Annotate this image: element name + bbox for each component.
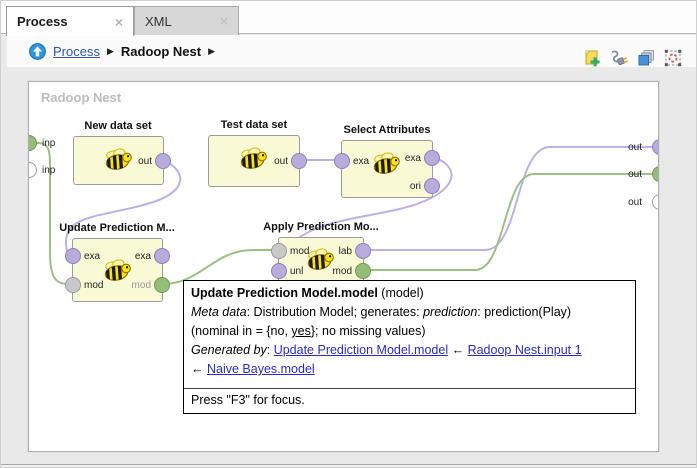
left-margin-strip	[1, 35, 7, 67]
operator-input-port[interactable]	[271, 263, 287, 279]
tooltip-meta-text: : prediction(Play)	[477, 305, 571, 319]
port-label: out	[628, 197, 642, 208]
process-canvas[interactable]: Radoop Nest inp inp out out out New data…	[28, 81, 659, 452]
tab-process-label: Process	[17, 14, 68, 29]
wire-update-mod-to-apply-mod[interactable]	[163, 250, 278, 284]
canvas-toolbar	[583, 49, 682, 67]
tooltip-nominal-text: (nominal in = {no,	[191, 324, 291, 338]
port-label: exa	[353, 156, 369, 167]
tooltip-meta-label: Meta data	[191, 305, 247, 319]
operator-input-port[interactable]	[271, 243, 287, 259]
operator-output-port[interactable]	[154, 248, 170, 264]
tooltip-link-update-prediction-model[interactable]: Update Prediction Model.model	[274, 343, 448, 357]
tooltip-meta-line: Meta data: Distribution Model; generates…	[191, 303, 628, 322]
tooltip-meta-text: : Distribution Model; generates:	[247, 305, 423, 319]
operator-input-port[interactable]	[334, 153, 350, 169]
operator-update-prediction-model[interactable]: exa mod exa mod	[72, 238, 163, 302]
operator-title-select-attributes: Select Attributes	[302, 124, 472, 136]
operator-title-update-prediction-model: Update Prediction M...	[32, 222, 202, 234]
tooltip-nominal-text: }; no missing values)	[311, 324, 426, 338]
tooltip-generated-label: Generated by	[191, 343, 267, 357]
port-label: ori	[410, 181, 421, 192]
operator-output-port[interactable]	[355, 263, 371, 279]
port-label: out	[274, 156, 288, 167]
port-label: inp	[42, 138, 55, 149]
operator-new-data-set[interactable]: out	[73, 136, 164, 185]
operator-title-apply-prediction-model: Apply Prediction Mo...	[236, 221, 406, 233]
tooltip-meta-em: prediction	[423, 305, 477, 319]
close-icon[interactable]: ×	[107, 14, 123, 30]
layers-icon[interactable]	[637, 49, 655, 67]
hive-bee-icon	[371, 150, 403, 177]
up-arrow-icon[interactable]	[29, 43, 46, 60]
tooltip-nominal-line: (nominal in = {no, yes}; no missing valu…	[191, 322, 628, 341]
tooltip-title: Update Prediction Model.model	[191, 286, 378, 300]
tooltip-nominal-link[interactable]: yes	[291, 324, 310, 338]
hive-bee-icon	[102, 257, 134, 284]
connections-plug-icon[interactable]	[610, 49, 628, 67]
close-icon[interactable]: ×	[212, 13, 228, 29]
operator-output-port[interactable]	[154, 277, 170, 293]
breadcrumb-link-process[interactable]: Process	[53, 44, 100, 59]
port-label: unl	[290, 266, 303, 277]
tooltip-link-radoop-nest-input[interactable]: Radoop Nest.input 1	[468, 343, 582, 357]
operator-output-port[interactable]	[291, 153, 307, 169]
tooltip-footer: Press "F3" for focus.	[184, 388, 635, 413]
port-label: mod	[84, 280, 103, 291]
port-label: out	[138, 156, 152, 167]
tooltip-generated-line-2: ← Naive Bayes.model	[191, 360, 628, 379]
port-label: mod	[333, 266, 352, 277]
process-window: Process × XML × Process ▶ Radoop Nest ▶	[0, 0, 697, 468]
breadcrumb: Process ▶ Radoop Nest ▶	[29, 41, 215, 61]
tooltip-link-naive-bayes-model[interactable]: Naive Bayes.model	[207, 362, 315, 376]
port-label: inp	[42, 165, 55, 176]
fit-selection-icon[interactable]	[664, 49, 682, 67]
operator-input-port[interactable]	[65, 248, 81, 264]
add-note-icon[interactable]	[583, 49, 601, 67]
left-arrow-icon: ←	[452, 343, 465, 357]
tooltip-title-suffix: (model)	[378, 286, 424, 300]
port-label: out	[628, 142, 642, 153]
port-label: mod	[132, 280, 151, 291]
breadcrumb-current-radoop-nest[interactable]: Radoop Nest	[121, 44, 201, 59]
operator-output-port[interactable]	[155, 153, 171, 169]
port-label: exa	[84, 251, 100, 262]
hive-bee-icon	[103, 146, 135, 173]
tab-xml[interactable]: XML ×	[134, 6, 239, 35]
hive-bee-icon	[238, 145, 270, 172]
port-label: lab	[339, 246, 352, 257]
tooltip-generated-colon: :	[267, 343, 274, 357]
tab-process[interactable]: Process ×	[6, 6, 134, 36]
operator-test-data-set[interactable]: out	[208, 135, 300, 187]
port-label: exa	[135, 251, 151, 262]
operator-select-attributes[interactable]: exa exa ori	[341, 140, 433, 198]
port-label: out	[628, 169, 642, 180]
operator-output-port[interactable]	[355, 243, 371, 259]
chevron-right-icon: ▶	[107, 46, 114, 57]
tab-bar: Process × XML ×	[1, 1, 697, 34]
operator-output-port[interactable]	[424, 178, 440, 194]
chevron-right-icon: ▶	[208, 46, 215, 57]
tooltip-generated-line: Generated by: Update Prediction Model.mo…	[191, 341, 628, 360]
port-tooltip: Update Prediction Model.model (model) Me…	[183, 280, 636, 414]
tab-xml-label: XML	[145, 14, 172, 29]
port-label: exa	[405, 153, 421, 164]
port-label: mod	[290, 246, 309, 257]
operator-input-port[interactable]	[65, 277, 81, 293]
left-arrow-icon: ←	[191, 362, 204, 376]
operator-output-port[interactable]	[424, 150, 440, 166]
tooltip-title-line: Update Prediction Model.model (model)	[191, 284, 628, 303]
